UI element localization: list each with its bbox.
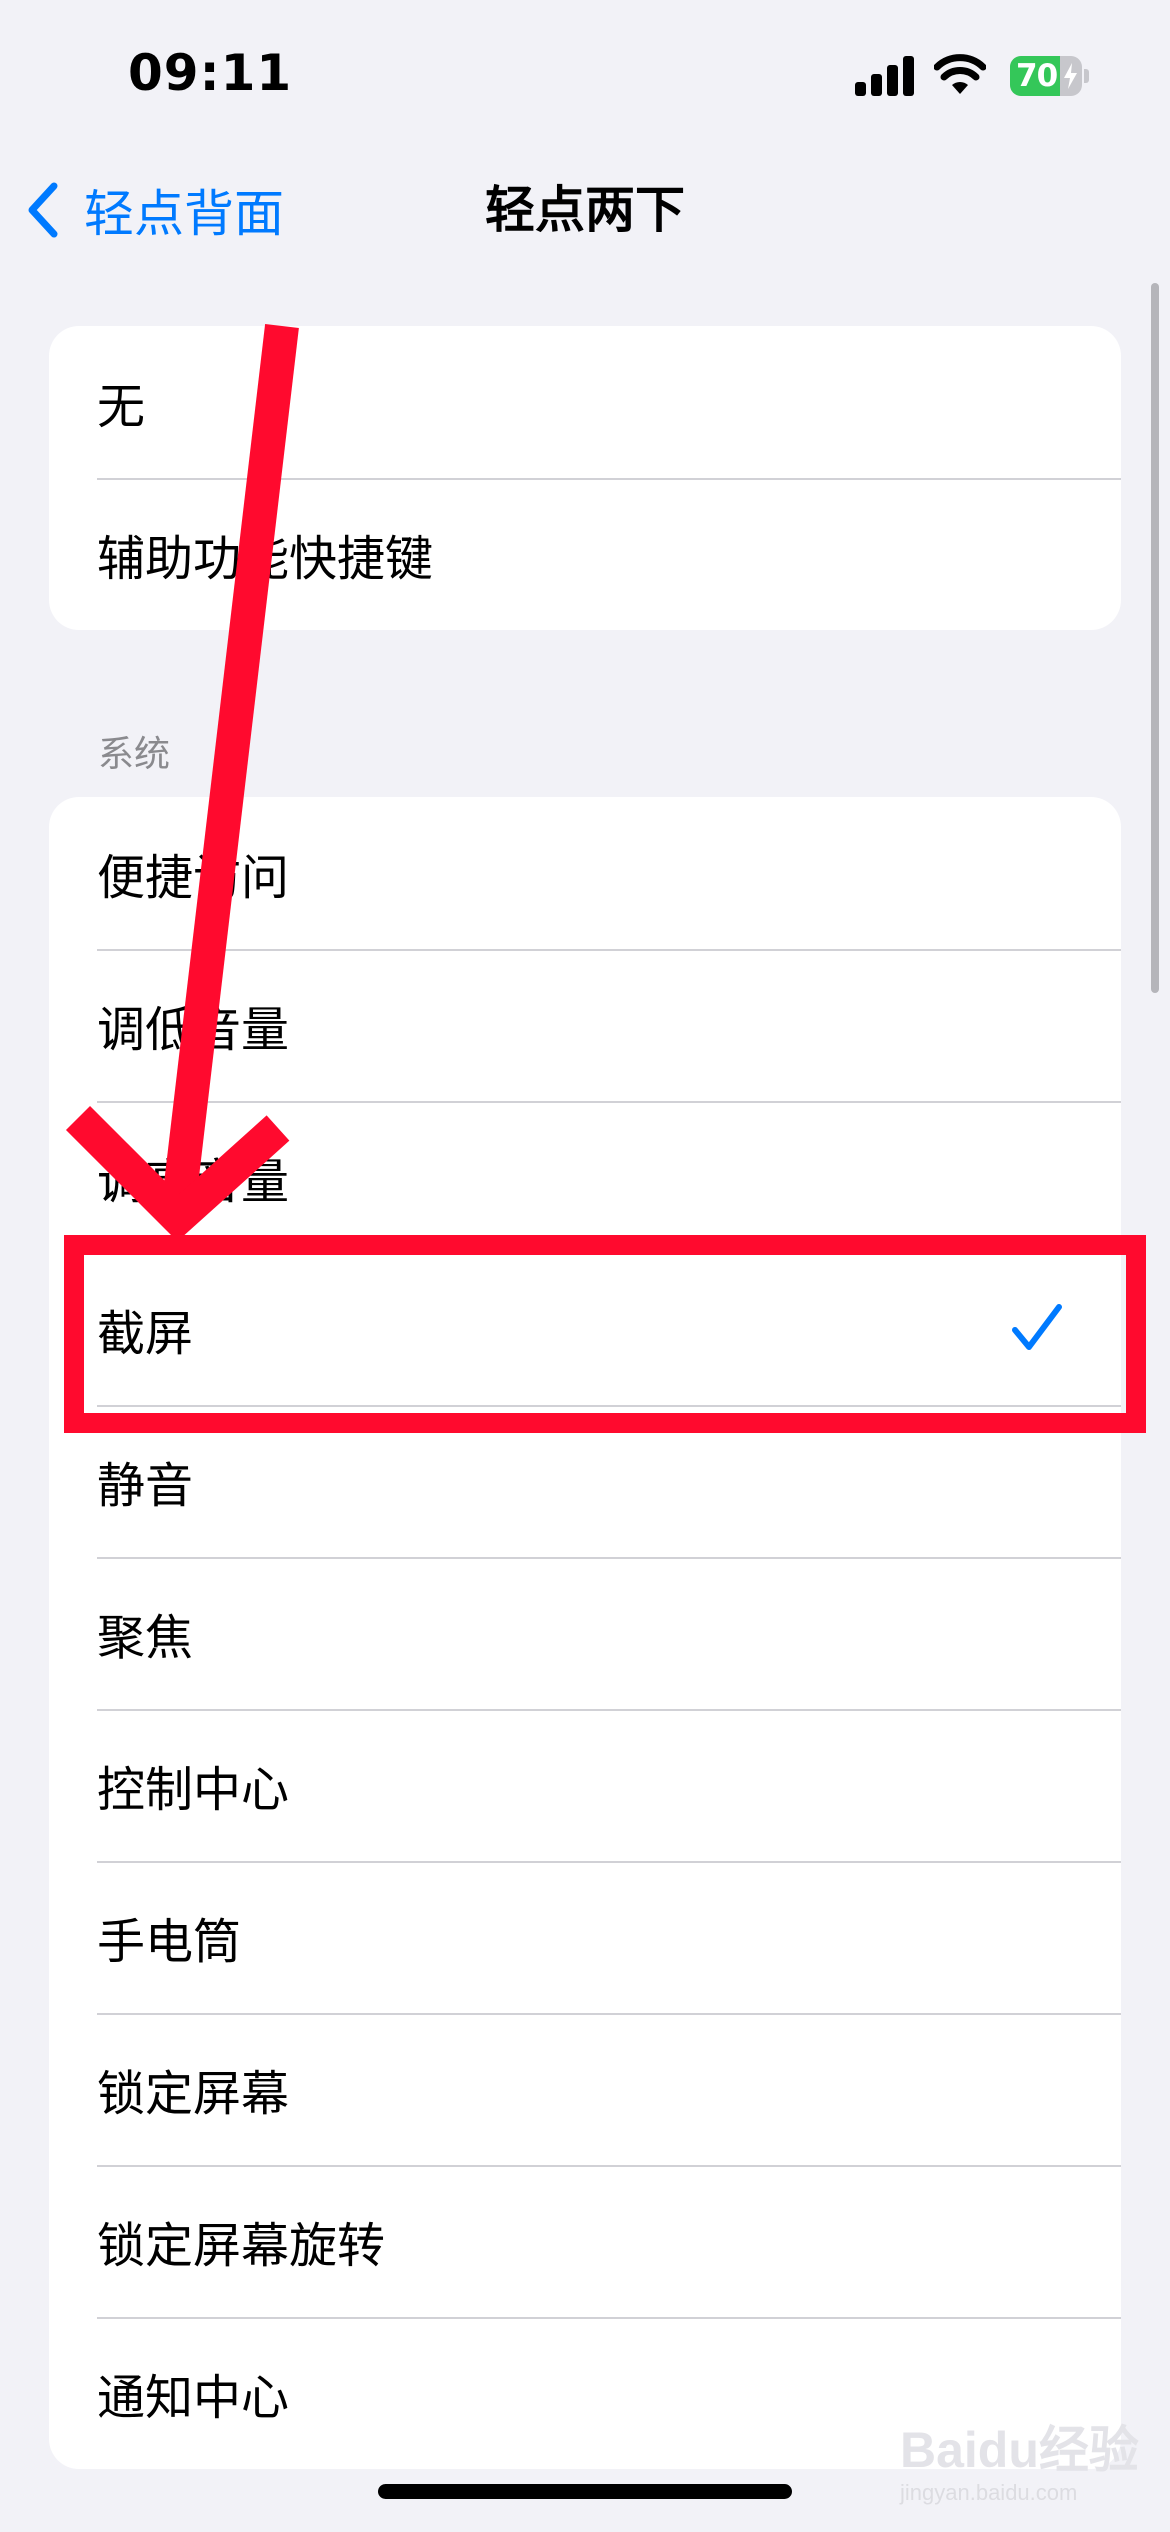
- option-row-volume-down[interactable]: 调低音量: [49, 949, 1121, 1101]
- option-row-control-center[interactable]: 控制中心: [49, 1709, 1121, 1861]
- battery-percent: 70: [1016, 58, 1058, 94]
- section-header-system: 系统: [98, 734, 171, 775]
- status-bar: 09:11 70: [0, 0, 1170, 150]
- watermark-logo: Baidu经验 jingyan.baidu.com: [900, 2410, 1140, 2520]
- home-indicator[interactable]: [378, 2484, 792, 2499]
- option-row-volume-up[interactable]: 调高音量: [49, 1101, 1121, 1253]
- option-row-lock-screen[interactable]: 锁定屏幕: [49, 2013, 1121, 2165]
- cellular-signal-icon: [855, 56, 915, 96]
- option-label: 调低音量: [97, 1002, 290, 1058]
- option-row-lock-rotation[interactable]: 锁定屏幕旋转: [49, 2165, 1121, 2317]
- option-row-flashlight[interactable]: 手电筒: [49, 1861, 1121, 2013]
- option-label: 锁定屏幕: [97, 2066, 290, 2122]
- option-label: 辅助功能快捷键: [97, 531, 434, 587]
- charging-bolt-icon: [1064, 63, 1077, 89]
- navigation-bar: 轻点两下 轻点背面: [0, 160, 1170, 260]
- option-row-reachability[interactable]: 便捷访问: [49, 797, 1121, 949]
- watermark-url: jingyan.baidu.com: [900, 2480, 1078, 2505]
- options-group-system: 便捷访问 调低音量 调高音量 截屏 静音 聚焦 控制中心 手电筒 锁定屏幕 锁定…: [49, 797, 1121, 2469]
- option-row-focus[interactable]: 聚焦: [49, 1557, 1121, 1709]
- wifi-icon: [934, 54, 986, 94]
- option-label: 通知中心: [97, 2370, 290, 2426]
- option-row-mute[interactable]: 静音: [49, 1405, 1121, 1557]
- option-row-accessibility-shortcut[interactable]: 辅助功能快捷键: [49, 478, 1121, 630]
- option-row-screenshot[interactable]: 截屏: [49, 1253, 1121, 1405]
- option-row-none[interactable]: 无: [49, 326, 1121, 478]
- battery-nub: [1084, 69, 1089, 83]
- back-button[interactable]: 轻点背面: [24, 174, 284, 246]
- option-label: 截屏: [97, 1306, 194, 1362]
- options-group-general: 无 辅助功能快捷键: [49, 326, 1121, 630]
- option-label: 手电筒: [97, 1914, 242, 1970]
- option-label: 静音: [97, 1458, 194, 1514]
- chevron-left-icon: [28, 182, 58, 238]
- status-time: 09:11: [128, 44, 293, 102]
- option-label: 锁定屏幕旋转: [97, 2218, 386, 2274]
- back-button-label: 轻点背面: [84, 185, 284, 243]
- option-label: 便捷访问: [97, 850, 290, 906]
- checkmark-icon: [1012, 1304, 1062, 1350]
- option-label: 调高音量: [97, 1154, 290, 1210]
- option-label: 无: [97, 379, 146, 435]
- scroll-indicator[interactable]: [1151, 283, 1159, 993]
- option-label: 控制中心: [97, 1762, 290, 1818]
- option-label: 聚焦: [97, 1610, 194, 1666]
- watermark-logo-text: Baidu经验: [900, 2422, 1139, 2478]
- battery-charging-icon: 70: [1010, 56, 1089, 96]
